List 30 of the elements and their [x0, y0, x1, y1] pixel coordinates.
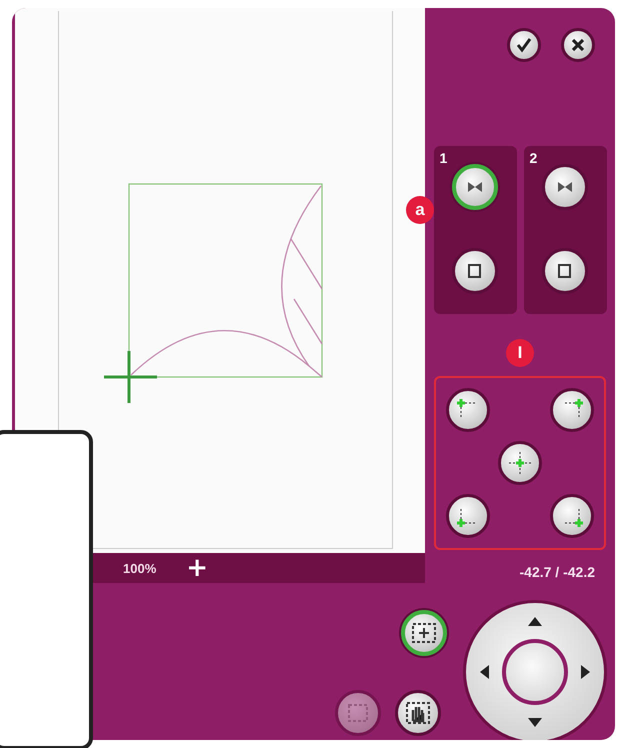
pan-button[interactable]: [395, 690, 441, 736]
group-number: 1: [440, 150, 448, 166]
position-reading: -42.7 / -42.2: [520, 564, 595, 580]
frame-move-button[interactable]: [401, 610, 447, 656]
dashed-frame-icon: [411, 622, 437, 644]
hoop-option-button[interactable]: [542, 164, 588, 210]
down-arrow-icon: [528, 718, 542, 727]
callout-label: I: [518, 343, 522, 363]
corner-position-button[interactable]: [498, 440, 542, 485]
close-button[interactable]: [561, 28, 595, 62]
right-arrow-icon: [581, 665, 590, 679]
hoop-option-button[interactable]: [542, 248, 588, 294]
corner-position-button[interactable]: [446, 388, 490, 432]
left-arrow-icon: [480, 665, 489, 679]
hoop-option-button[interactable]: [452, 248, 498, 294]
frame-icon: [346, 702, 370, 724]
zoom-in-button[interactable]: +: [182, 555, 212, 581]
corner-position-button[interactable]: [550, 494, 594, 538]
crosshair-icon: [507, 450, 533, 476]
checkmark-icon: [515, 36, 533, 54]
callout-label: a: [415, 200, 425, 220]
hoop-option-button[interactable]: [452, 164, 498, 210]
close-icon: [570, 37, 586, 53]
zoom-level: 100%: [123, 560, 156, 576]
corner-position-button[interactable]: [446, 494, 490, 538]
up-arrow-icon: [528, 617, 542, 626]
hand-icon: [405, 701, 431, 725]
ok-button[interactable]: [507, 28, 541, 62]
corner-position-button[interactable]: [550, 388, 594, 432]
group-number: 2: [530, 150, 538, 166]
